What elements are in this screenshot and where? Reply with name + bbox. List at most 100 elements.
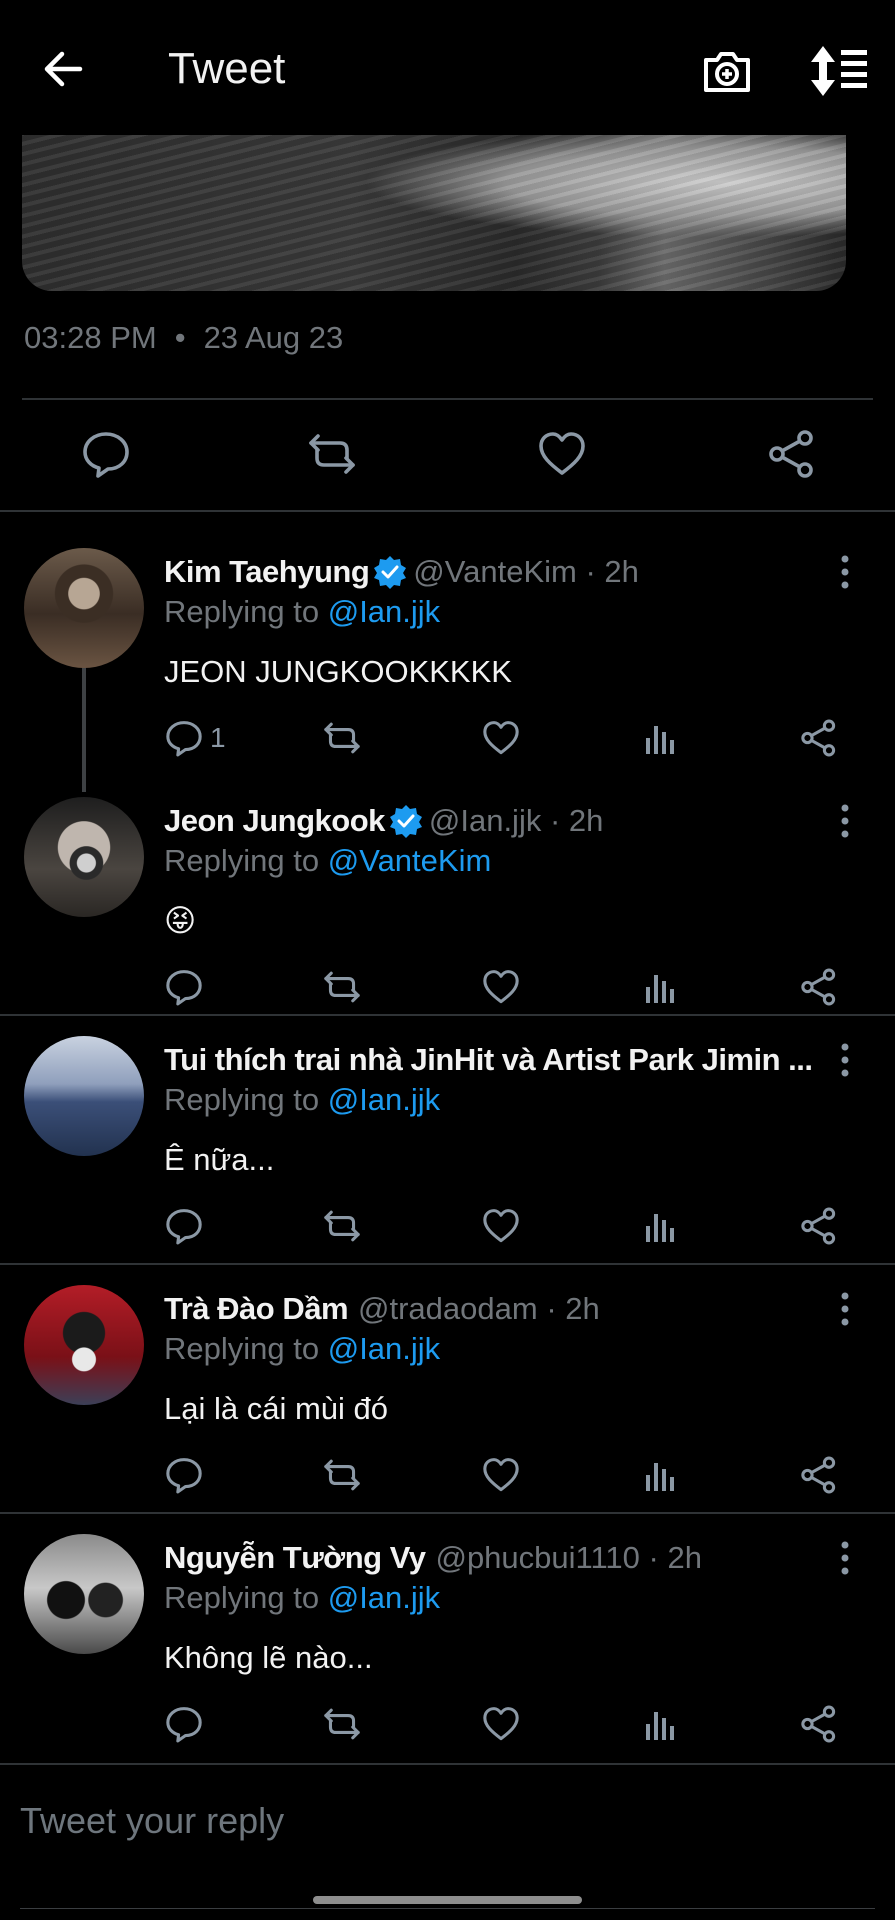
reply-text: JEON JUNGKOOKKKKK (164, 654, 512, 689)
retweet-icon[interactable] (322, 967, 362, 1007)
replying-to-handle[interactable]: @Ian.jjk (328, 1580, 440, 1615)
back-arrow-icon[interactable] (40, 44, 90, 94)
like-heart-icon[interactable] (481, 1455, 521, 1495)
composer-underline (20, 1908, 875, 1909)
separator-dot: · (537, 1291, 566, 1326)
divider (0, 1263, 895, 1265)
display-name[interactable]: Trà Đào Dầm (164, 1291, 349, 1327)
share-icon[interactable] (799, 718, 839, 758)
like-heart-icon[interactable] (536, 428, 588, 480)
reply-time: 2h (565, 1291, 600, 1326)
reply-icon[interactable] (164, 1206, 204, 1246)
handle[interactable]: @tradaodam (358, 1291, 538, 1327)
display-name[interactable]: Jeon Jungkook (164, 803, 385, 839)
reply-tweet[interactable]: Tui thích trai nhà JinHit và Artist Park… (0, 1036, 895, 1256)
reply-tweet[interactable]: Kim Taehyung @VanteKim · 2h Replying to @I… (0, 548, 895, 768)
share-icon[interactable] (799, 967, 839, 1007)
more-options-icon[interactable] (832, 801, 858, 841)
reply-time: 2h (667, 1540, 702, 1575)
share-icon[interactable] (799, 1206, 839, 1246)
tweet-time: 03:28 PM (24, 320, 157, 355)
reply-input[interactable]: Tweet your reply (20, 1800, 284, 1842)
home-indicator[interactable] (313, 1896, 582, 1904)
separator-dot: · (541, 803, 569, 838)
replying-to-handle[interactable]: @VanteKim (328, 843, 492, 878)
reply-time: 2h (604, 554, 639, 589)
avatar[interactable] (24, 548, 144, 668)
reply-text: Lại là cái mùi đó (164, 1391, 389, 1426)
handle[interactable]: @VanteKim (413, 554, 577, 590)
reply-icon[interactable] (80, 428, 132, 480)
top-app-bar: Tweet (0, 0, 895, 135)
display-name[interactable]: Kim Taehyung (164, 554, 370, 590)
avatar[interactable] (24, 1285, 144, 1405)
avatar[interactable] (24, 1534, 144, 1654)
reply-icon[interactable] (164, 1455, 204, 1495)
views-chart-icon[interactable] (640, 1455, 680, 1495)
views-chart-icon[interactable] (640, 967, 680, 1007)
divider (0, 510, 895, 512)
reply-tweet[interactable]: Jeon Jungkook @Ian.jjk · 2h Replying to @V… (0, 797, 895, 1017)
reply-header: Nguyễn Tường Vy @phucbui1110 · 2h (164, 1540, 702, 1576)
reply-icon[interactable] (164, 1704, 204, 1744)
reply-header: Trà Đào Dầm @tradaodam · 2h (164, 1291, 600, 1327)
views-chart-icon[interactable] (640, 718, 680, 758)
like-heart-icon[interactable] (481, 1704, 521, 1744)
views-chart-icon[interactable] (640, 1206, 680, 1246)
separator-dot: • (174, 320, 186, 355)
tweet-photo[interactable] (22, 135, 846, 291)
like-heart-icon[interactable] (481, 1206, 521, 1246)
retweet-icon[interactable] (322, 1455, 362, 1495)
tweet-timestamp: 03:28 PM • 23 Aug 23 (24, 320, 343, 356)
divider (0, 1512, 895, 1514)
verified-badge-icon (385, 804, 429, 838)
like-heart-icon[interactable] (481, 718, 521, 758)
divider (0, 1763, 895, 1765)
display-name[interactable]: Nguyễn Tường Vy (164, 1540, 426, 1576)
share-icon[interactable] (766, 428, 818, 480)
replying-to: Replying to @Ian.jjk (164, 594, 440, 630)
replying-label: Replying to (164, 594, 320, 629)
replying-to: Replying to @VanteKim (164, 843, 491, 879)
share-icon[interactable] (799, 1455, 839, 1495)
reply-text: 😝 (164, 903, 197, 938)
separator-dot: · (639, 1540, 668, 1575)
reply-header: Tui thích trai nhà JinHit và Artist Park… (164, 1042, 823, 1078)
reply-text: Không lẽ nào... (164, 1640, 373, 1675)
divider (0, 1014, 895, 1016)
more-options-icon[interactable] (832, 1040, 858, 1080)
more-options-icon[interactable] (832, 552, 858, 592)
replying-to: Replying to @Ian.jjk (164, 1082, 440, 1118)
display-name[interactable]: Tui thích trai nhà JinHit và Artist Park… (164, 1042, 813, 1078)
reply-icon[interactable] (164, 718, 204, 758)
handle[interactable]: @phucbui1110 (435, 1540, 639, 1576)
camera-icon[interactable] (700, 44, 754, 98)
like-heart-icon[interactable] (481, 967, 521, 1007)
reply-time: 2h (568, 803, 604, 838)
replying-to-handle[interactable]: @Ian.jjk (328, 1082, 440, 1117)
handle[interactable]: @Ian.jjk (429, 803, 541, 839)
replying-to-handle[interactable]: @Ian.jjk (328, 1331, 440, 1366)
avatar[interactable] (24, 1036, 144, 1156)
sort-icon[interactable] (808, 44, 870, 98)
reply-icon[interactable] (164, 967, 204, 1007)
replying-to-handle[interactable]: @Ian.jjk (328, 594, 440, 629)
share-icon[interactable] (799, 1704, 839, 1744)
reply-header: Jeon Jungkook @Ian.jjk · 2h (164, 803, 603, 839)
reply-tweet[interactable]: Nguyễn Tường Vy @phucbui1110 · 2h Replying… (0, 1534, 895, 1754)
replying-to: Replying to @Ian.jjk (164, 1580, 440, 1616)
retweet-icon[interactable] (322, 718, 362, 758)
page-title: Tweet (168, 44, 286, 93)
more-options-icon[interactable] (832, 1289, 858, 1329)
reply-tweet[interactable]: Trà Đào Dầm @tradaodam · 2h Replying to @I… (0, 1285, 895, 1505)
replying-label: Replying to (164, 1331, 320, 1366)
views-chart-icon[interactable] (640, 1704, 680, 1744)
divider (22, 398, 873, 400)
more-options-icon[interactable] (832, 1538, 858, 1578)
reply-count: 1 (210, 722, 226, 753)
avatar[interactable] (24, 797, 144, 917)
retweet-icon[interactable] (306, 428, 358, 480)
reply-text: Ê nữa... (164, 1142, 275, 1177)
retweet-icon[interactable] (322, 1206, 362, 1246)
retweet-icon[interactable] (322, 1704, 362, 1744)
